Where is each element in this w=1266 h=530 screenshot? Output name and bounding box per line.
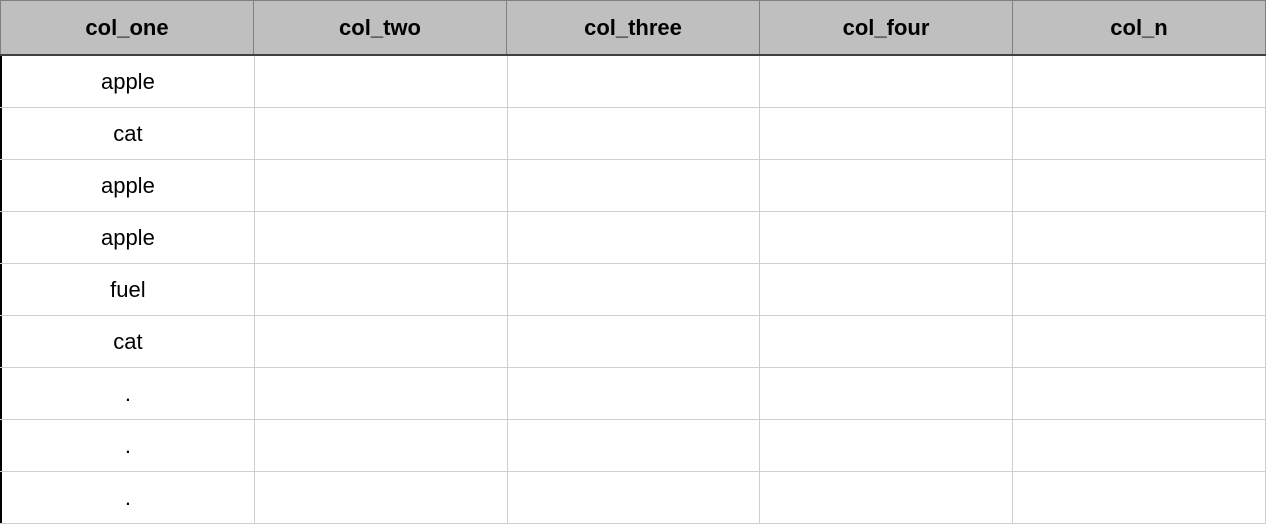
table-cell [254, 56, 507, 107]
column-header: col_one [0, 1, 253, 54]
table-row: . [0, 472, 1266, 524]
table-cell [254, 368, 507, 419]
table-cell [507, 420, 760, 471]
table-row: cat [0, 316, 1266, 368]
table-cell: apple [0, 212, 254, 263]
table-cell [507, 108, 760, 159]
table-cell [507, 472, 760, 523]
table-cell [1012, 108, 1266, 159]
table-cell [759, 160, 1012, 211]
data-table: col_one col_two col_three col_four col_n… [0, 0, 1266, 524]
table-cell [759, 420, 1012, 471]
column-header: col_two [253, 1, 506, 54]
column-header: col_four [759, 1, 1012, 54]
column-header: col_three [506, 1, 759, 54]
table-cell [254, 316, 507, 367]
table-cell [1012, 264, 1266, 315]
table-cell [1012, 420, 1266, 471]
table-cell [254, 264, 507, 315]
table-cell: apple [0, 56, 254, 107]
table-cell: cat [0, 108, 254, 159]
table-row: apple [0, 160, 1266, 212]
table-cell [759, 56, 1012, 107]
table-cell [1012, 472, 1266, 523]
table-cell: cat [0, 316, 254, 367]
table-cell [507, 56, 760, 107]
table-cell [1012, 56, 1266, 107]
table-cell [759, 472, 1012, 523]
table-cell [507, 368, 760, 419]
table-row: . [0, 368, 1266, 420]
table-row: . [0, 420, 1266, 472]
column-header: col_n [1012, 1, 1266, 54]
table-cell [507, 212, 760, 263]
table-cell: . [0, 420, 254, 471]
table-cell [759, 264, 1012, 315]
table-row: fuel [0, 264, 1266, 316]
table-cell [1012, 316, 1266, 367]
table-row: cat [0, 108, 1266, 160]
table-cell [254, 420, 507, 471]
table-cell [507, 264, 760, 315]
table-cell [254, 108, 507, 159]
table-cell [254, 160, 507, 211]
table-cell: . [0, 472, 254, 523]
table-cell: fuel [0, 264, 254, 315]
table-cell: . [0, 368, 254, 419]
table-row: apple [0, 212, 1266, 264]
table-cell [507, 160, 760, 211]
table-cell [1012, 160, 1266, 211]
table-cell [254, 212, 507, 263]
table-row: apple [0, 56, 1266, 108]
table-cell [1012, 368, 1266, 419]
table-cell [759, 316, 1012, 367]
table-cell [759, 108, 1012, 159]
table-cell [759, 212, 1012, 263]
table-cell [507, 316, 760, 367]
table-cell: apple [0, 160, 254, 211]
table-cell [254, 472, 507, 523]
table-cell [759, 368, 1012, 419]
table-cell [1012, 212, 1266, 263]
table-header-row: col_one col_two col_three col_four col_n [0, 0, 1266, 56]
